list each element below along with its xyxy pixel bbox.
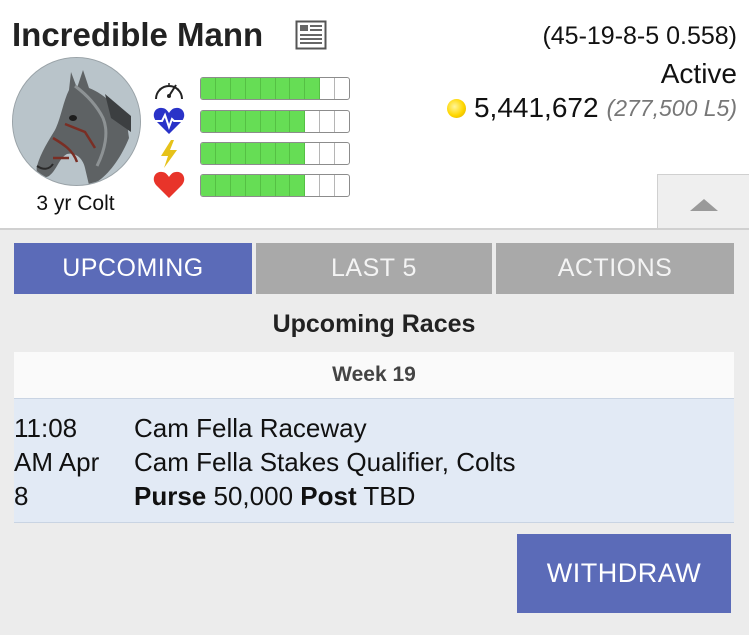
bar-segment xyxy=(230,78,246,99)
race-row[interactable]: 11:08 AM Apr 8 Cam Fella Raceway Cam Fel… xyxy=(14,399,734,523)
race-time-line1: 11:08 xyxy=(14,413,78,443)
race-details: Purse 50,000 Post TBD xyxy=(134,479,515,513)
horse-name[interactable]: Incredible Mann xyxy=(12,16,263,54)
purse-label: Purse xyxy=(134,481,207,511)
withdraw-button[interactable]: WITHDRAW xyxy=(517,534,731,613)
bar-segment xyxy=(335,175,349,196)
bar-segment xyxy=(245,143,261,164)
age-sex: 3 yr Colt xyxy=(36,192,115,215)
bar-segment xyxy=(290,111,306,132)
stamina-bar xyxy=(200,110,350,133)
heart-monitor-icon xyxy=(153,107,185,134)
race-time: 11:08 AM Apr 8 xyxy=(14,411,124,513)
post-value: TBD xyxy=(363,481,416,511)
bar-segment xyxy=(290,175,306,196)
bar-segment xyxy=(215,143,231,164)
status-text: Active xyxy=(660,58,737,89)
bar-segment xyxy=(260,143,276,164)
bar-segment xyxy=(335,111,349,132)
bar-segment xyxy=(335,78,349,99)
earnings: 5,441,672 (277,500 L5) xyxy=(446,92,737,124)
bar-segment xyxy=(335,143,349,164)
bar-segment xyxy=(305,78,321,99)
bar-segment xyxy=(215,111,231,132)
bar-segment xyxy=(215,175,231,196)
bar-segment xyxy=(320,175,336,196)
chevron-up-icon xyxy=(690,199,718,211)
bar-segment xyxy=(230,175,246,196)
bar-segment xyxy=(245,111,261,132)
bar-segment xyxy=(201,78,216,99)
energy-bar xyxy=(200,142,350,165)
lightning-icon xyxy=(161,140,177,168)
speed-bar xyxy=(200,77,350,100)
upcoming-races-title: Upcoming Races xyxy=(14,296,734,352)
purse-value: 50,000 xyxy=(213,481,294,511)
tab-upcoming[interactable]: UPCOMING xyxy=(14,243,252,294)
tab-bar: UPCOMING LAST 5 ACTIONS xyxy=(14,243,734,294)
bar-segment xyxy=(230,143,246,164)
bar-segment xyxy=(305,175,321,196)
horse-avatar[interactable] xyxy=(12,57,141,186)
tab-last-5[interactable]: LAST 5 xyxy=(256,243,492,294)
race-record: (45-19-8-5 0.558) xyxy=(542,22,737,50)
race-info: Cam Fella Raceway Cam Fella Stakes Quali… xyxy=(134,411,515,513)
bar-segment xyxy=(320,143,336,164)
bar-segment xyxy=(305,143,321,164)
bar-segment xyxy=(260,111,276,132)
speedometer-icon xyxy=(155,83,183,100)
bar-segment xyxy=(275,175,291,196)
document-icon[interactable] xyxy=(295,20,327,50)
heart-icon xyxy=(153,171,185,198)
bar-segment xyxy=(275,78,291,99)
race-track[interactable]: Cam Fella Raceway xyxy=(134,411,515,445)
bar-segment xyxy=(201,143,216,164)
bar-segment xyxy=(320,111,336,132)
earnings-value: 5,441,672 xyxy=(473,92,599,123)
horse-header: Incredible Mann (45-19-8-5 0.558) Active… xyxy=(0,0,749,230)
earnings-last5: (277,500 L5) xyxy=(606,94,737,121)
bar-segment xyxy=(201,111,216,132)
bar-segment xyxy=(275,111,291,132)
week-header: Week 19 xyxy=(14,352,734,399)
bar-segment xyxy=(320,78,336,99)
bar-segment xyxy=(305,111,321,132)
horse-head-image xyxy=(13,58,140,185)
tab-actions[interactable]: ACTIONS xyxy=(496,243,734,294)
bar-segment xyxy=(215,78,231,99)
health-bar xyxy=(200,174,350,197)
coin-icon xyxy=(446,98,466,118)
bar-segment xyxy=(260,175,276,196)
collapse-button[interactable] xyxy=(657,174,749,228)
bar-segment xyxy=(275,143,291,164)
bar-segment xyxy=(201,175,216,196)
bar-segment xyxy=(290,143,306,164)
race-time-line2: AM Apr xyxy=(14,447,100,477)
race-time-line3: 8 xyxy=(14,481,29,511)
bar-segment xyxy=(245,78,261,99)
bar-segment xyxy=(290,78,306,99)
post-label: Post xyxy=(300,481,357,511)
race-name[interactable]: Cam Fella Stakes Qualifier, Colts xyxy=(134,445,515,479)
horse-card: Incredible Mann (45-19-8-5 0.558) Active… xyxy=(0,0,749,635)
bar-segment xyxy=(230,111,246,132)
bar-segment xyxy=(245,175,261,196)
bar-segment xyxy=(260,78,276,99)
